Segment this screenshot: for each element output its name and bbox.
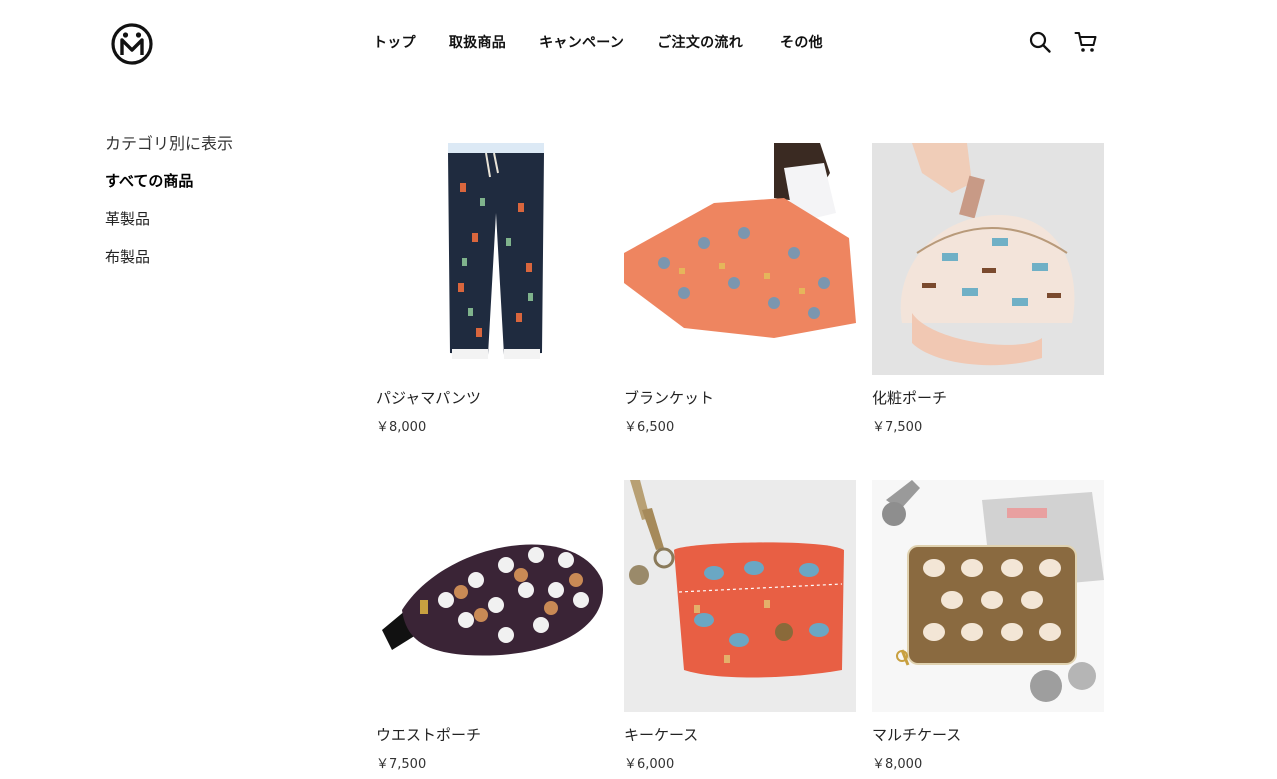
product-card[interactable]: 化粧ポーチ ￥7,500 [872, 143, 1104, 435]
category-sidebar: カテゴリ別に表示 すべての商品 革製品 布製品 [105, 130, 233, 284]
product-image-key-case[interactable] [624, 480, 856, 712]
product-price: ￥6,000 [624, 757, 675, 772]
product-image-multi-case[interactable] [872, 480, 1104, 712]
nav-top[interactable]: トップ [373, 32, 416, 52]
category-fabric[interactable]: 布製品 [105, 246, 233, 267]
category-leather[interactable]: 革製品 [105, 208, 233, 229]
search-icon[interactable] [1028, 30, 1052, 54]
product-price: ￥8,000 [376, 420, 427, 435]
product-image-pajama-pants[interactable] [376, 143, 608, 375]
product-price: ￥8,000 [872, 757, 923, 772]
product-name[interactable]: 化粧ポーチ [872, 387, 1104, 408]
product-card[interactable]: マルチケース ￥8,000 [872, 480, 1104, 772]
nav-other[interactable]: その他 [780, 32, 823, 52]
nav-products[interactable]: 取扱商品 [449, 32, 506, 52]
site-header: トップ 取扱商品 キャンペーン ご注文の流れ その他 [0, 0, 1277, 90]
product-name[interactable]: キーケース [624, 724, 856, 745]
product-price: ￥6,500 [624, 420, 675, 435]
nav-campaign[interactable]: キャンペーン [539, 32, 624, 52]
category-heading: カテゴリ別に表示 [105, 134, 234, 153]
category-all[interactable]: すべての商品 [105, 170, 233, 191]
product-card[interactable]: パジャマパンツ ￥8,000 [376, 143, 608, 435]
product-card[interactable]: キーケース ￥6,000 [624, 480, 856, 772]
product-image-blanket[interactable] [624, 143, 856, 375]
product-card[interactable]: ウエストポーチ ￥7,500 [376, 480, 608, 772]
product-name[interactable]: マルチケース [872, 724, 1104, 745]
product-name[interactable]: ブランケット [624, 387, 856, 408]
cart-icon[interactable] [1074, 30, 1098, 54]
product-card[interactable]: ブランケット ￥6,500 [624, 143, 856, 435]
product-image-waist-pouch[interactable] [376, 480, 608, 712]
brand-logo-icon[interactable] [110, 22, 154, 66]
product-price: ￥7,500 [872, 420, 923, 435]
product-image-cosmetic-pouch[interactable] [872, 143, 1104, 375]
product-name[interactable]: パジャマパンツ [376, 387, 608, 408]
main-nav: トップ 取扱商品 キャンペーン ご注文の流れ その他 [373, 32, 856, 52]
product-price: ￥7,500 [376, 757, 427, 772]
nav-order-flow[interactable]: ご注文の流れ [657, 32, 743, 52]
product-name[interactable]: ウエストポーチ [376, 724, 608, 745]
